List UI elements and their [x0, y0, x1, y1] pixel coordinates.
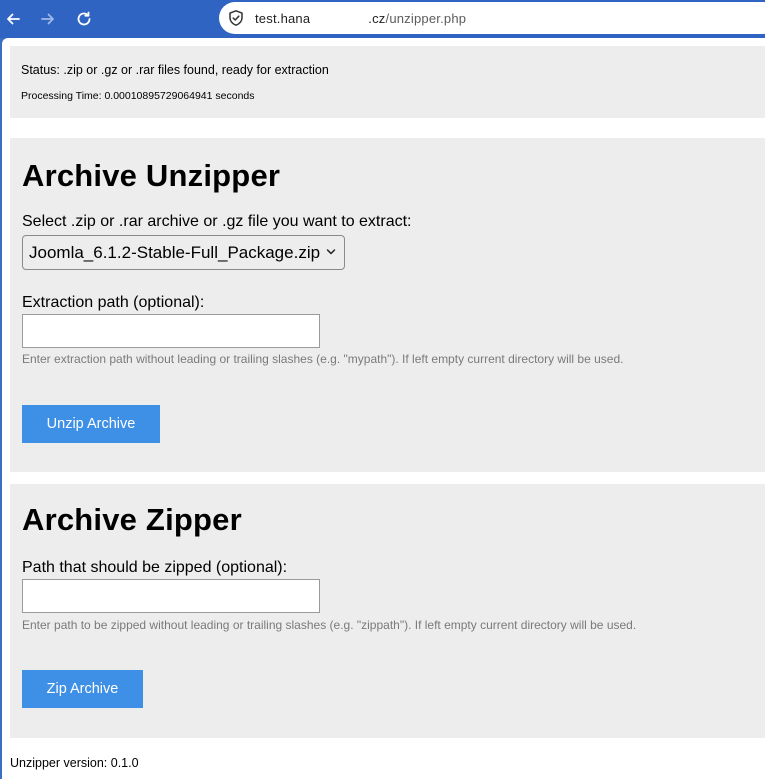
- unzipper-title: Archive Unzipper: [22, 158, 281, 193]
- status-text: Status: .zip or .gz or .rar files found,…: [21, 63, 329, 77]
- extraction-path-label: Extraction path (optional):: [22, 294, 205, 311]
- address-bar[interactable]: test.hana .cz/unzipper.php: [219, 2, 765, 34]
- url-host-suffix: .cz: [368, 11, 386, 26]
- extraction-path-help: Enter extraction path without leading or…: [22, 352, 624, 366]
- url-text: test.hana .cz/unzipper.php: [255, 11, 466, 27]
- zip-path-input[interactable]: [22, 579, 320, 613]
- url-host: test.hana: [255, 11, 311, 26]
- url-redaction: [310, 12, 369, 27]
- reload-icon[interactable]: [72, 7, 96, 31]
- extraction-path-input[interactable]: [22, 314, 320, 348]
- forward-arrow-icon[interactable]: [36, 7, 60, 31]
- status-panel: Status: .zip or .gz or .rar files found,…: [10, 46, 765, 118]
- zip-path-label: Path that should be zipped (optional):: [22, 559, 288, 576]
- chevron-down-icon: [326, 249, 336, 255]
- archive-select[interactable]: Joomla_6.1.2-Stable-Full_Package.zip: [22, 235, 345, 270]
- unzipper-section: Archive Unzipper Select .zip or .rar arc…: [10, 138, 765, 472]
- processing-time: Processing Time: 0.00010895729064941 sec…: [21, 90, 255, 102]
- zip-path-help: Enter path to be zipped without leading …: [22, 618, 637, 632]
- zip-archive-button[interactable]: Zip Archive: [22, 670, 143, 708]
- version-text: Unzipper version: 0.1.0: [10, 756, 139, 770]
- shield-icon[interactable]: [227, 9, 245, 27]
- back-arrow-icon[interactable]: [1, 7, 25, 31]
- archive-select-label: Select .zip or .rar archive or .gz file …: [22, 213, 412, 230]
- archive-select-value: Joomla_6.1.2-Stable-Full_Package.zip: [29, 242, 321, 262]
- unzip-archive-button[interactable]: Unzip Archive: [22, 405, 160, 443]
- zipper-section: Archive Zipper Path that should be zippe…: [10, 484, 765, 738]
- page-viewport: Status: .zip or .gz or .rar files found,…: [2, 38, 765, 779]
- url-path: /unzipper.php: [385, 11, 467, 26]
- browser-toolbar: test.hana .cz/unzipper.php: [0, 0, 765, 38]
- zipper-title: Archive Zipper: [22, 502, 242, 537]
